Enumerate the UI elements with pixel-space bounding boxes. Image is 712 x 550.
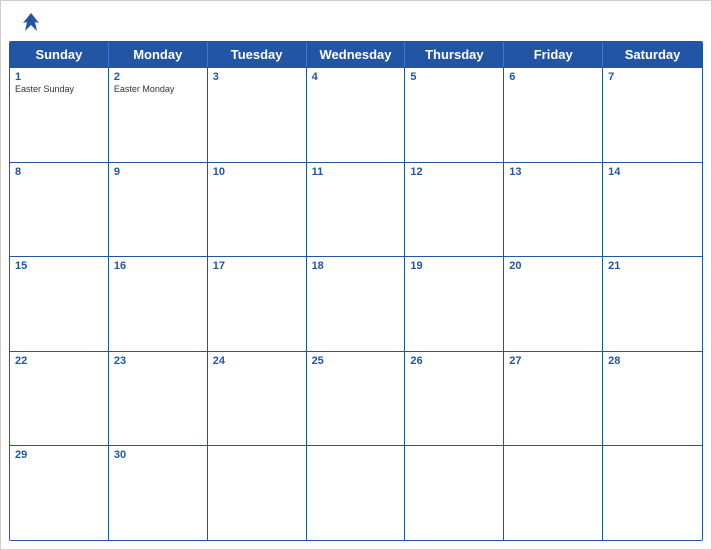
day-cell-25: 25 bbox=[307, 352, 406, 446]
day-cell-empty-4 bbox=[405, 446, 504, 540]
day-cell-2: 2Easter Monday bbox=[109, 68, 208, 162]
day-number: 14 bbox=[608, 166, 697, 178]
calendar-page: SundayMondayTuesdayWednesdayThursdayFrid… bbox=[0, 0, 712, 550]
day-number: 19 bbox=[410, 260, 498, 272]
day-number: 29 bbox=[15, 449, 103, 461]
day-cell-17: 17 bbox=[208, 257, 307, 351]
day-cell-16: 16 bbox=[109, 257, 208, 351]
day-number: 3 bbox=[213, 71, 301, 83]
day-cell-14: 14 bbox=[603, 163, 702, 257]
day-number: 28 bbox=[608, 355, 697, 367]
day-number: 4 bbox=[312, 71, 400, 83]
day-number: 16 bbox=[114, 260, 202, 272]
day-cell-28: 28 bbox=[603, 352, 702, 446]
day-cell-5: 5 bbox=[405, 68, 504, 162]
week-row-2: 89 10 11 12 13 14 bbox=[10, 162, 702, 257]
day-cell-19: 19 bbox=[405, 257, 504, 351]
day-header-sunday: Sunday bbox=[10, 42, 109, 67]
day-cell-13: 13 bbox=[504, 163, 603, 257]
day-cell-7: 7 bbox=[603, 68, 702, 162]
day-cell-10: 10 bbox=[208, 163, 307, 257]
calendar-grid: SundayMondayTuesdayWednesdayThursdayFrid… bbox=[9, 41, 703, 541]
day-cell-29: 29 bbox=[10, 446, 109, 540]
day-number: 30 bbox=[114, 449, 202, 461]
day-cell-22: 22 bbox=[10, 352, 109, 446]
day-cell-24: 24 bbox=[208, 352, 307, 446]
day-cell-27: 27 bbox=[504, 352, 603, 446]
day-number: 5 bbox=[410, 71, 498, 83]
weeks-container: 1Easter Sunday2Easter Monday345678910111… bbox=[10, 67, 702, 540]
day-cell-4: 4 bbox=[307, 68, 406, 162]
day-number: 10 bbox=[213, 166, 301, 178]
day-cell-15: 15 bbox=[10, 257, 109, 351]
day-cell-empty-5 bbox=[504, 446, 603, 540]
logo-icon bbox=[17, 9, 45, 37]
day-header-saturday: Saturday bbox=[603, 42, 702, 67]
day-number: 25 bbox=[312, 355, 400, 367]
day-cell-30: 30 bbox=[109, 446, 208, 540]
day-event-label: Easter Monday bbox=[114, 84, 202, 95]
day-cell-6: 6 bbox=[504, 68, 603, 162]
day-number: 26 bbox=[410, 355, 498, 367]
day-cell-empty-2 bbox=[208, 446, 307, 540]
day-cell-20: 20 bbox=[504, 257, 603, 351]
day-number: 1 bbox=[15, 71, 103, 83]
day-number: 21 bbox=[608, 260, 697, 272]
day-header-thursday: Thursday bbox=[405, 42, 504, 67]
day-event-label: Easter Sunday bbox=[15, 84, 103, 95]
day-cell-12: 12 bbox=[405, 163, 504, 257]
day-number: 12 bbox=[410, 166, 498, 178]
day-number: 8 bbox=[15, 166, 103, 178]
day-header-tuesday: Tuesday bbox=[208, 42, 307, 67]
day-header-friday: Friday bbox=[504, 42, 603, 67]
day-headers-row: SundayMondayTuesdayWednesdayThursdayFrid… bbox=[10, 42, 702, 67]
day-number: 9 bbox=[114, 166, 202, 178]
day-cell-9: 9 bbox=[109, 163, 208, 257]
week-row-1: 1Easter Sunday2Easter Monday34567 bbox=[10, 67, 702, 162]
day-cell-11: 11 bbox=[307, 163, 406, 257]
day-number: 7 bbox=[608, 71, 697, 83]
day-number: 17 bbox=[213, 260, 301, 272]
day-number: 13 bbox=[509, 166, 597, 178]
week-row-3: 15 16 17 18 19 20 21 bbox=[10, 256, 702, 351]
day-header-monday: Monday bbox=[109, 42, 208, 67]
day-number: 24 bbox=[213, 355, 301, 367]
day-number: 2 bbox=[114, 71, 202, 83]
header bbox=[1, 1, 711, 41]
day-header-wednesday: Wednesday bbox=[307, 42, 406, 67]
day-cell-26: 26 bbox=[405, 352, 504, 446]
day-number: 15 bbox=[15, 260, 103, 272]
day-number: 27 bbox=[509, 355, 597, 367]
day-cell-8: 8 bbox=[10, 163, 109, 257]
day-number: 23 bbox=[114, 355, 202, 367]
day-number: 18 bbox=[312, 260, 400, 272]
day-cell-empty-6 bbox=[603, 446, 702, 540]
day-cell-23: 23 bbox=[109, 352, 208, 446]
day-cell-empty-3 bbox=[307, 446, 406, 540]
day-cell-1: 1Easter Sunday bbox=[10, 68, 109, 162]
day-number: 20 bbox=[509, 260, 597, 272]
day-cell-21: 21 bbox=[603, 257, 702, 351]
logo bbox=[17, 9, 49, 37]
week-row-5: 29 30 bbox=[10, 445, 702, 540]
day-number: 6 bbox=[509, 71, 597, 83]
day-number: 11 bbox=[312, 166, 400, 178]
day-cell-3: 3 bbox=[208, 68, 307, 162]
day-cell-18: 18 bbox=[307, 257, 406, 351]
day-number: 22 bbox=[15, 355, 103, 367]
week-row-4: 22 23 24 25 26 27 28 bbox=[10, 351, 702, 446]
